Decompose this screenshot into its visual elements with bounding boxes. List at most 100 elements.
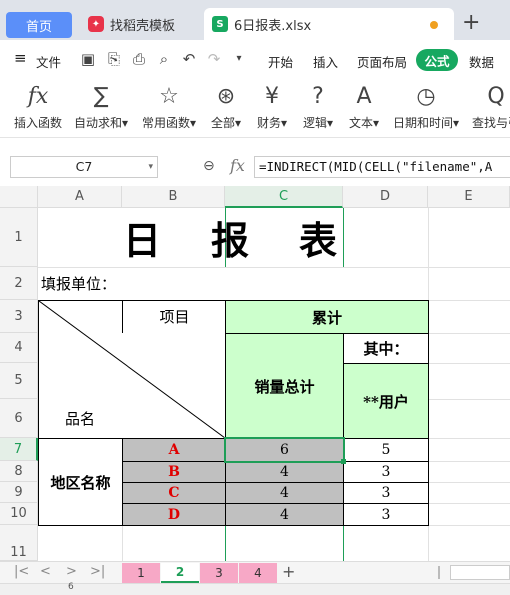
row-header-3[interactable]: 3 (0, 300, 38, 333)
formula-input[interactable]: =INDIRECT(MID(CELL("filename",A (254, 156, 510, 178)
item-cell[interactable]: C (122, 482, 226, 504)
fill-handle[interactable] (341, 459, 346, 464)
redo-icon[interactable]: ↷ (206, 51, 222, 67)
splitter-handle[interactable] (438, 566, 440, 579)
ribbon-label: 日期和时间▾ (392, 116, 460, 130)
hamburger-icon[interactable]: ≡ (14, 49, 27, 67)
row-header-11[interactable]: 11 (0, 525, 38, 561)
sheet-tab-1[interactable]: 1 (122, 563, 160, 583)
common-functions-button[interactable]: ☆ 常用函数▾ (140, 82, 198, 131)
all-functions-button[interactable]: ⊛ 全部▾ (206, 82, 246, 131)
add-sheet-button[interactable]: + (282, 562, 295, 581)
ribbon-label: 逻辑▾ (302, 116, 334, 130)
selected-column-line (225, 526, 226, 561)
save-icon[interactable]: ▣ (80, 51, 96, 67)
zoom-search-icon[interactable]: ⊖ (203, 158, 215, 174)
spreadsheet-icon: S (212, 16, 228, 32)
lookup-icon: Q (487, 84, 505, 109)
menu-data[interactable]: 数据 (469, 52, 494, 71)
row-header-1[interactable]: 1 (0, 208, 38, 267)
logic-button[interactable]: ? 逻辑▾ (298, 82, 338, 131)
gridline (428, 503, 510, 504)
formula-bar: C7 ▾ ⊖ fx =INDIRECT(MID(CELL("filename",… (0, 148, 510, 186)
spreadsheet-grid[interactable]: A B C D E 1 2 3 4 5 6 7 8 9 10 11 日 报 表 … (0, 186, 510, 561)
row-header-9[interactable]: 9 (0, 482, 38, 503)
gridline (428, 399, 510, 400)
gridline (428, 461, 510, 462)
sheet-tab-3[interactable]: 3 (200, 563, 238, 583)
select-all-corner[interactable] (0, 186, 38, 208)
gridline (428, 267, 510, 268)
column-header-e[interactable]: E (428, 186, 510, 208)
report-title[interactable]: 日 报 表 (38, 208, 428, 267)
chevron-down-icon[interactable]: ▾ (148, 157, 153, 177)
menu-formula[interactable]: 公式 (416, 49, 458, 71)
ribbon-label: 财务▾ (256, 116, 288, 130)
fx-icon[interactable]: fx (230, 156, 245, 175)
unit-label[interactable]: 填报单位： (38, 267, 225, 300)
menu-home[interactable]: 开始 (268, 52, 293, 71)
total-cell[interactable]: 4 (225, 503, 344, 526)
column-header-c[interactable]: C (225, 186, 343, 208)
item-cell[interactable]: D (122, 503, 226, 526)
gridline (122, 525, 123, 561)
date-time-button[interactable]: ◷ 日期和时间▾ (390, 82, 462, 131)
sheet-tab-2[interactable]: 2 (161, 563, 199, 583)
sales-total-header[interactable]: 销量总计 (225, 333, 344, 439)
cumulative-header[interactable]: 累计 (225, 300, 429, 334)
next-sheet-button[interactable]: > (66, 564, 77, 579)
item-cell[interactable]: A (122, 438, 226, 462)
row-header-8[interactable]: 8 (0, 461, 38, 482)
users-cell[interactable]: 3 (343, 482, 429, 504)
row-header-10[interactable]: 10 (0, 503, 38, 525)
first-sheet-button[interactable]: |< (14, 564, 29, 579)
row-header-7[interactable]: 7 (0, 438, 38, 461)
lookup-button[interactable]: Q 查找与引 (470, 82, 510, 131)
print-icon[interactable]: ⎙ (131, 51, 147, 67)
insert-function-button[interactable]: fx 插入函数 (12, 82, 64, 131)
yen-icon: ¥ (265, 84, 279, 109)
horizontal-scrollbar[interactable] (450, 565, 510, 580)
gridline (428, 482, 510, 483)
region-label[interactable]: 地区名称 (38, 438, 123, 526)
question-icon: ? (312, 84, 324, 109)
customize-icon[interactable]: ▾ (231, 51, 247, 67)
new-tab-button[interactable]: + (462, 10, 480, 35)
menu-file[interactable]: 文件 (36, 52, 61, 71)
column-header-a[interactable]: A (38, 186, 122, 208)
users-header[interactable]: **用户 (343, 363, 429, 439)
text-button[interactable]: A 文本▾ (344, 82, 384, 131)
print-preview-icon[interactable]: ⌕ (156, 51, 172, 67)
column-header-d[interactable]: D (343, 186, 428, 208)
users-cell[interactable]: 5 (343, 438, 429, 462)
prev-sheet-button[interactable]: < (40, 564, 51, 579)
menu-insert[interactable]: 插入 (313, 52, 338, 71)
fx-icon: fx (27, 84, 49, 109)
last-sheet-button[interactable]: >| (90, 564, 105, 579)
of-which-header[interactable]: 其中： (343, 333, 429, 364)
status-bar: 6 (0, 582, 510, 595)
item-header: 项目 (122, 300, 226, 333)
name-box[interactable]: C7 ▾ (10, 156, 158, 178)
autosum-button[interactable]: ∑ 自动求和▾ (72, 82, 130, 131)
finance-button[interactable]: ¥ 财务▾ (252, 82, 292, 131)
tab-template[interactable]: ✦ 找稻壳模板 (80, 8, 198, 40)
column-header-b[interactable]: B (122, 186, 225, 208)
sheet-tab-4[interactable]: 4 (239, 563, 277, 583)
tab-home[interactable]: 首页 (6, 12, 72, 38)
users-cell[interactable]: 3 (343, 461, 429, 483)
tab-file[interactable]: S 6日报表.xlsx (204, 8, 454, 40)
total-cell[interactable]: 4 (225, 482, 344, 504)
menu-page-layout[interactable]: 页面布局 (357, 52, 407, 71)
row-header-6[interactable]: 6 (0, 399, 38, 438)
undo-icon[interactable]: ↶ (181, 51, 197, 67)
users-cell[interactable]: 3 (343, 503, 429, 526)
active-cell-cursor (224, 437, 345, 463)
export-icon[interactable]: ⎘ (106, 51, 122, 67)
ribbon-label: 插入函数 (13, 116, 62, 130)
row-header-5[interactable]: 5 (0, 363, 38, 399)
row-header-4[interactable]: 4 (0, 333, 38, 363)
row-header-2[interactable]: 2 (0, 267, 38, 300)
total-cell[interactable]: 4 (225, 461, 344, 483)
item-cell[interactable]: B (122, 461, 226, 483)
